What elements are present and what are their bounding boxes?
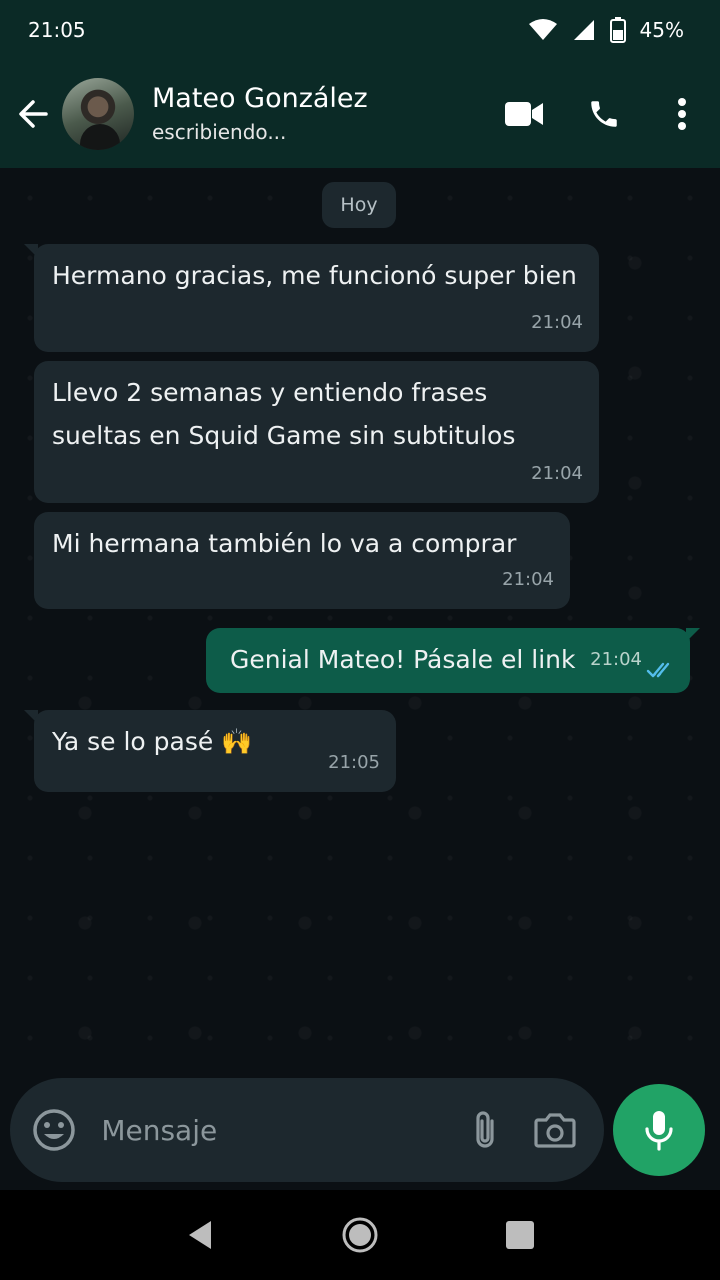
back-arrow-icon[interactable] — [0, 60, 66, 168]
header-actions — [484, 74, 720, 154]
status-bar: 21:05 45% — [0, 0, 720, 60]
message-composer — [10, 1078, 604, 1182]
message-text: Hermano gracias, me funcionó super bien — [52, 261, 577, 290]
message-text: Llevo 2 semanas y entiendo frases suelta… — [52, 378, 516, 450]
message-text: Mi hermana también lo va a comprar — [52, 529, 517, 558]
outgoing-message[interactable]: Genial Mateo! Pásale el link 21:04 — [206, 628, 690, 693]
more-vert-icon[interactable] — [644, 74, 720, 154]
incoming-message[interactable]: Ya se lo pasé 🙌 21:05 — [34, 710, 396, 792]
chat-header: Mateo González escribiendo... — [0, 60, 720, 168]
read-ticks-icon — [646, 662, 670, 678]
camera-icon[interactable] — [520, 1078, 590, 1182]
message-time: 21:04 — [590, 649, 642, 670]
date-chip: Hoy — [322, 182, 396, 228]
wifi-icon — [528, 19, 557, 40]
nav-home-icon[interactable] — [330, 1205, 390, 1265]
message-time: 21:04 — [531, 463, 583, 484]
contact-name: Mateo González — [152, 83, 368, 114]
emoji-icon[interactable] — [10, 1078, 97, 1182]
mic-icon — [645, 1111, 673, 1151]
nav-recents-icon[interactable] — [490, 1205, 550, 1265]
incoming-message[interactable]: Mi hermana también lo va a comprar 21:04 — [34, 512, 570, 609]
incoming-message[interactable]: Hermano gracias, me funcionó super bien … — [34, 244, 599, 352]
mic-button[interactable] — [613, 1084, 705, 1176]
contact-info[interactable]: Mateo González escribiendo... — [152, 82, 484, 146]
contact-status: escribiendo... — [152, 120, 287, 144]
video-call-icon[interactable] — [484, 74, 564, 154]
battery-percent: 45% — [639, 18, 684, 42]
system-nav-bar — [0, 1190, 720, 1280]
signal-icon — [573, 20, 594, 40]
chat-area[interactable]: Hoy Hermano gracias, me funcionó super b… — [0, 168, 720, 1190]
message-time: 21:05 — [328, 752, 380, 773]
status-time: 21:05 — [28, 18, 86, 42]
incoming-message[interactable]: Llevo 2 semanas y entiendo frases suelta… — [34, 361, 599, 503]
message-input[interactable] — [97, 1100, 451, 1160]
nav-back-icon[interactable] — [170, 1205, 230, 1265]
status-icons: 45% — [528, 17, 684, 43]
attach-icon[interactable] — [450, 1078, 520, 1182]
phone-icon[interactable] — [564, 74, 644, 154]
avatar[interactable] — [62, 78, 134, 150]
battery-icon — [609, 17, 626, 43]
message-time: 21:04 — [502, 569, 554, 590]
message-time: 21:04 — [531, 312, 583, 333]
